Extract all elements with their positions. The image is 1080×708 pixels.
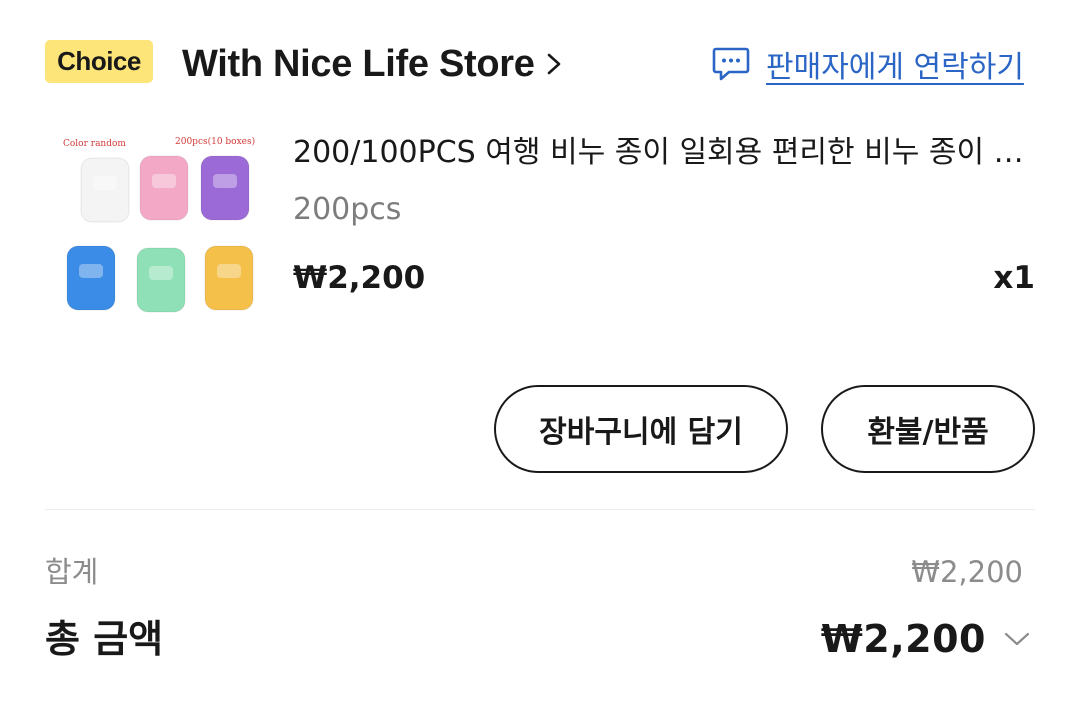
soap-box-lid-3 bbox=[213, 174, 237, 188]
contact-seller-link[interactable]: 판매자에게 연락하기 bbox=[712, 40, 1024, 88]
soap-box-lid-2 bbox=[152, 174, 176, 188]
soap-box-lid-6 bbox=[217, 264, 241, 278]
divider bbox=[45, 509, 1035, 510]
chevron-right-icon bbox=[545, 53, 567, 75]
total-amount-toggle[interactable]: ₩2,200 bbox=[821, 612, 1030, 666]
total-label: 총 금액 bbox=[45, 617, 164, 661]
subtotal-value: ₩2,200 bbox=[911, 555, 1023, 589]
product-title[interactable]: 200/100PCS 여행 비누 종이 일회용 편리한 비누 종이 세척 향기로… bbox=[293, 130, 1035, 176]
chevron-down-icon bbox=[1004, 626, 1030, 652]
store-name: With Nice Life Store bbox=[182, 42, 535, 85]
soap-box-lid-1 bbox=[93, 176, 117, 190]
add-to-cart-button[interactable]: 장바구니에 담기 bbox=[494, 385, 788, 473]
contact-seller-label: 판매자에게 연락하기 bbox=[766, 50, 1024, 85]
total-value: ₩2,200 bbox=[820, 617, 986, 661]
chat-bubble-icon bbox=[712, 46, 750, 82]
soap-box-lid-4 bbox=[79, 264, 103, 278]
refund-return-button[interactable]: 환불/반품 bbox=[821, 385, 1035, 473]
product-price: ₩2,200 bbox=[293, 260, 426, 296]
product-variant: 200pcs bbox=[293, 192, 402, 227]
image-label-right: 200pcs(10 boxes) bbox=[175, 136, 255, 147]
image-label-left: Color random bbox=[63, 139, 126, 149]
product-quantity: x1 bbox=[993, 260, 1035, 296]
subtotal-label: 합계 bbox=[45, 555, 99, 589]
soap-box-lid-5 bbox=[149, 266, 173, 280]
choice-badge: Choice bbox=[45, 40, 153, 83]
store-link[interactable]: With Nice Life Store bbox=[182, 38, 567, 90]
product-image[interactable]: Color random 200pcs(10 boxes) bbox=[45, 126, 270, 344]
